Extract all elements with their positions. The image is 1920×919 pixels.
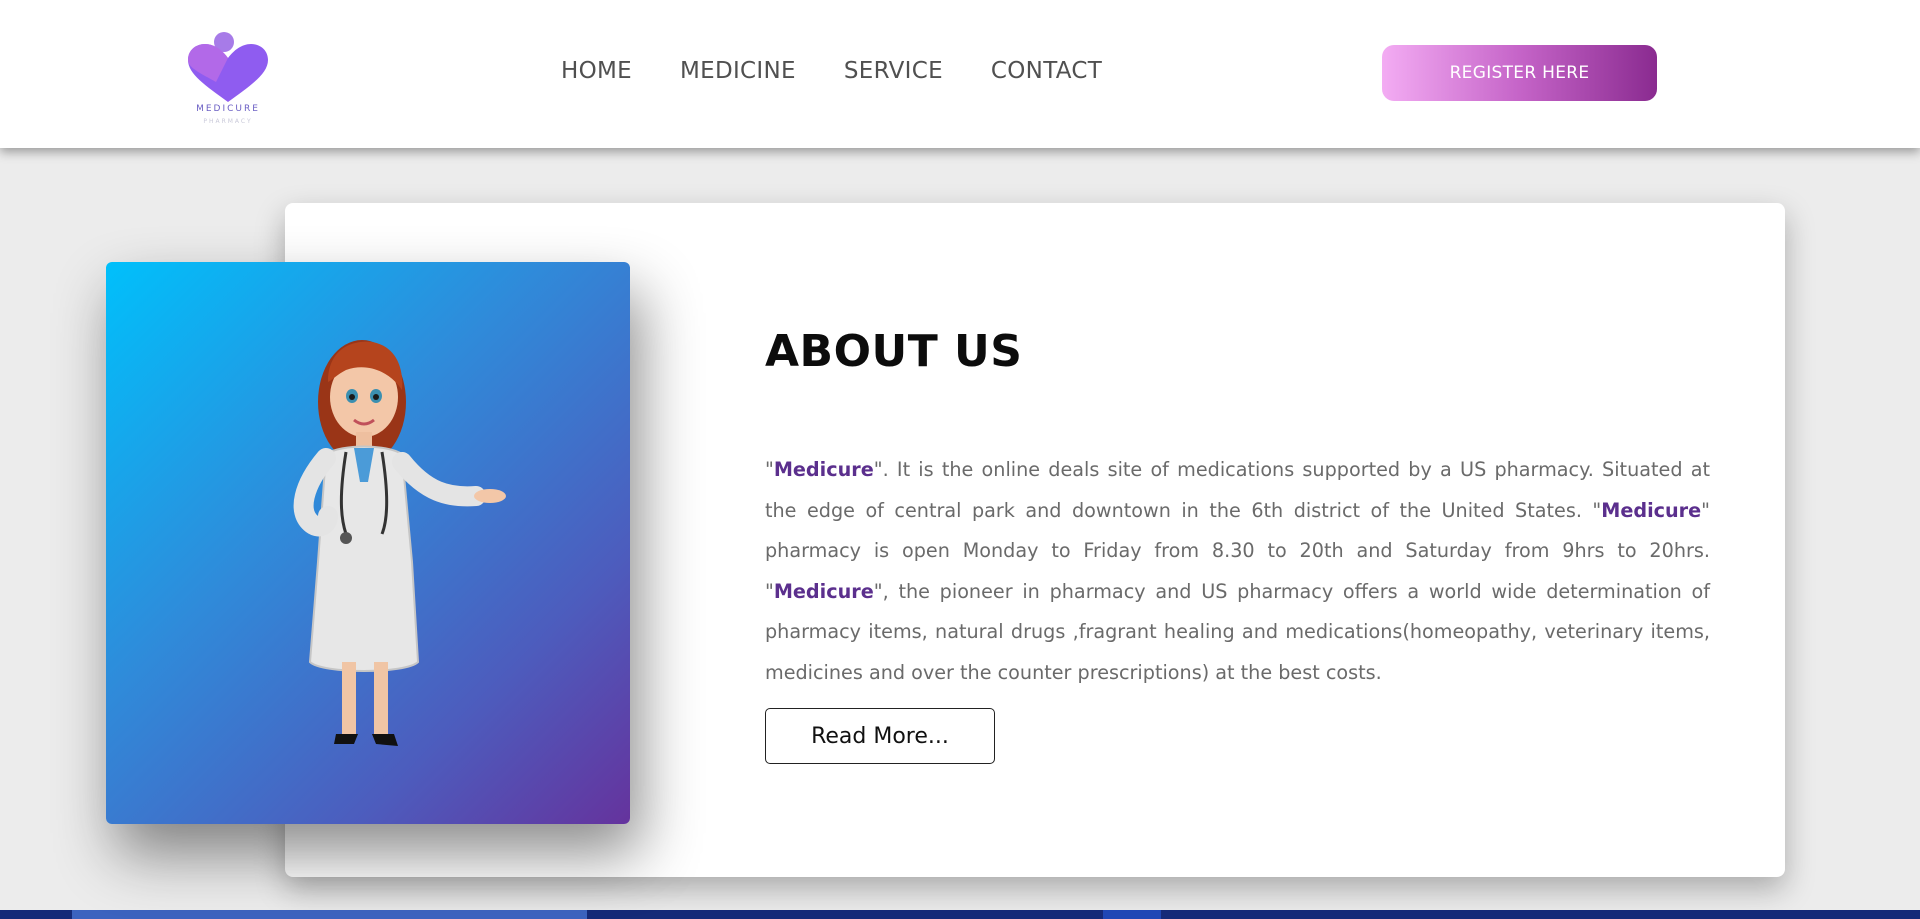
site-header: MEDICURE PHARMACY HOME MEDICINE SERVICE …	[0, 0, 1920, 148]
doctor-illustration	[106, 262, 630, 824]
logo-text: MEDICURE	[196, 104, 260, 114]
main-nav: HOME MEDICINE SERVICE CONTACT	[561, 58, 1150, 84]
brand-name: Medicure	[773, 579, 874, 603]
nav-home[interactable]: HOME	[561, 58, 632, 84]
about-title: ABOUT US	[765, 326, 1023, 377]
about-paragraph: "Medicure". It is the online deals site …	[765, 450, 1710, 693]
heart-people-logo-icon	[188, 32, 268, 102]
doctor-figure	[293, 340, 506, 746]
about-text-part1: ". It is the online deals site of medica…	[765, 458, 1710, 522]
logo-subtext: PHARMACY	[203, 118, 253, 125]
brand-name: Medicure	[773, 458, 874, 481]
nav-medicine[interactable]: MEDICINE	[680, 58, 796, 84]
next-section-segment	[1103, 910, 1161, 919]
read-more-button[interactable]: Read More...	[765, 708, 995, 764]
logo[interactable]: MEDICURE PHARMACY	[186, 30, 268, 130]
quote-mark: "	[765, 458, 774, 481]
about-text-part3: ", the pioneer in pharmacy and US pharma…	[765, 579, 1710, 684]
next-section-segment	[72, 910, 587, 919]
next-section-edge	[0, 910, 1920, 919]
nav-service[interactable]: SERVICE	[844, 58, 943, 84]
register-button[interactable]: REGISTER HERE	[1382, 45, 1657, 101]
nav-contact[interactable]: CONTACT	[991, 58, 1102, 84]
brand-name: Medicure	[1601, 498, 1702, 522]
